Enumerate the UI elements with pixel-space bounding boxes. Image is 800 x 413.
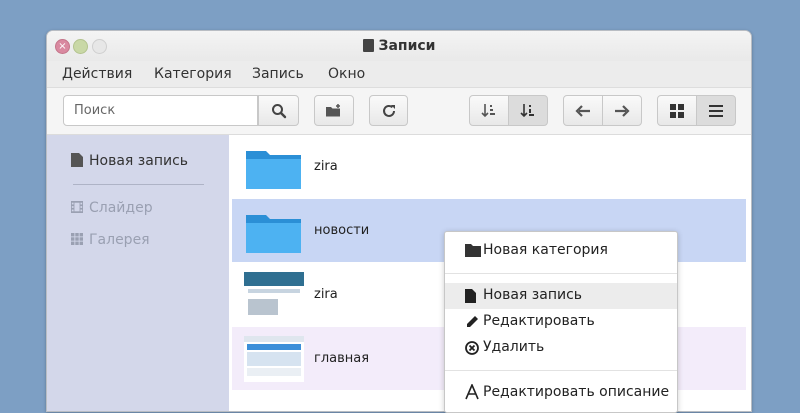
- folder-icon: [465, 244, 481, 257]
- context-menu: Новая категория Новая запись Редактирова…: [444, 231, 678, 413]
- search-icon: [271, 103, 286, 118]
- context-item-label: Удалить: [483, 339, 545, 355]
- list-item[interactable]: zira: [232, 135, 746, 198]
- grid-view-button[interactable]: [657, 95, 697, 126]
- book-icon: [362, 39, 374, 52]
- sidebar-divider: [73, 184, 204, 185]
- image-thumbnail: [244, 336, 304, 382]
- window-title: Записи: [47, 38, 751, 54]
- toolbar: [47, 88, 751, 135]
- list-item-label: zira: [314, 287, 338, 302]
- folder-icon: [246, 151, 301, 189]
- document-icon: [71, 153, 83, 167]
- context-item-label: Новая категория: [483, 242, 608, 258]
- grid-icon: [71, 233, 83, 245]
- context-item-delete[interactable]: Удалить: [445, 335, 677, 361]
- forward-button[interactable]: [602, 95, 642, 126]
- menu-actions[interactable]: Действия: [62, 66, 132, 82]
- menu-separator: [445, 370, 677, 371]
- list-view-button[interactable]: [696, 95, 736, 126]
- arrow-right-icon: [615, 104, 630, 117]
- title-bar: × Записи: [47, 31, 751, 61]
- sort-desc-button[interactable]: [508, 95, 548, 126]
- list-view-icon: [709, 104, 723, 117]
- delete-icon: [465, 341, 479, 355]
- sidebar-new-post[interactable]: Новая запись: [71, 153, 188, 169]
- menu-separator: [445, 273, 677, 274]
- list-item-label: zira: [314, 159, 338, 174]
- grid-view-icon: [670, 103, 684, 118]
- folder-add-icon: [326, 103, 340, 116]
- text-icon: [465, 384, 479, 400]
- film-icon: [71, 201, 83, 213]
- search-input[interactable]: [63, 95, 258, 126]
- context-item-new-post[interactable]: Новая запись: [445, 283, 677, 309]
- pencil-icon: [467, 316, 478, 327]
- sidebar: Новая запись Слайдер Галерея: [47, 135, 229, 411]
- sidebar-new-post-label: Новая запись: [89, 153, 189, 169]
- context-item-label: Редактировать описание: [483, 384, 670, 400]
- context-item-label: Редактировать: [483, 313, 595, 329]
- refresh-button[interactable]: [369, 95, 408, 126]
- context-item-new-category[interactable]: Новая категория: [445, 238, 677, 264]
- image-thumbnail: [244, 272, 304, 318]
- window-title-text: Записи: [378, 38, 436, 54]
- menu-bar: Действия Категория Запись Окно: [47, 61, 751, 88]
- context-item-edit-description[interactable]: Редактировать описание: [445, 380, 677, 406]
- sort-descending-icon: [520, 103, 534, 117]
- new-folder-button[interactable]: [314, 95, 354, 126]
- sort-asc-button[interactable]: [469, 95, 509, 126]
- back-button[interactable]: [563, 95, 603, 126]
- arrow-left-icon: [575, 104, 590, 117]
- context-item-label: Новая запись: [483, 287, 583, 303]
- sort-ascending-icon: [481, 103, 495, 117]
- menu-post[interactable]: Запись: [252, 66, 304, 82]
- document-icon: [465, 289, 476, 303]
- folder-icon: [246, 215, 301, 253]
- menu-window[interactable]: Окно: [328, 66, 365, 82]
- list-item-label: главная: [314, 351, 370, 366]
- sidebar-item-slider[interactable]: Слайдер: [71, 200, 153, 216]
- sidebar-item-slider-label: Слайдер: [89, 200, 153, 216]
- refresh-icon: [382, 104, 395, 117]
- context-item-edit[interactable]: Редактировать: [445, 309, 677, 335]
- sidebar-item-gallery-label: Галерея: [89, 232, 150, 248]
- menu-category[interactable]: Категория: [154, 66, 232, 82]
- list-item-label: новости: [314, 223, 370, 238]
- sidebar-item-gallery[interactable]: Галерея: [71, 232, 150, 248]
- search-button[interactable]: [258, 95, 299, 126]
